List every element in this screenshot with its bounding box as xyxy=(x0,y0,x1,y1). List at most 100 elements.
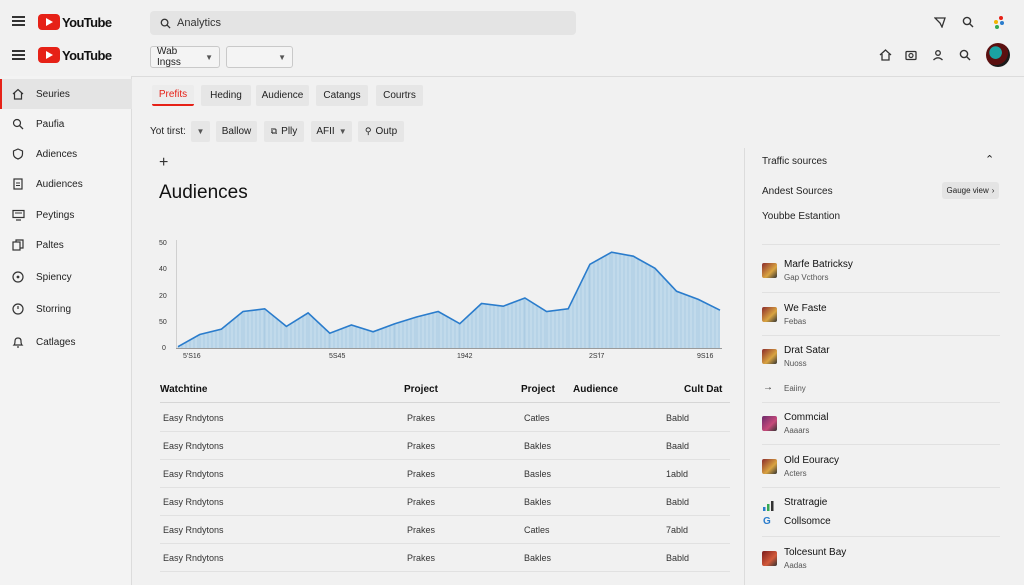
table-row[interactable]: Easy Rndytons Prakes Catles 7abld xyxy=(160,516,730,544)
sidebar-item-audiences[interactable]: Audiences xyxy=(0,169,132,199)
gauge-view-button[interactable]: Gauge view › xyxy=(942,182,999,199)
table-row[interactable]: Easy Rndytons Prakes Basles 1abld xyxy=(160,460,730,488)
source-thumbnail xyxy=(762,459,777,474)
column-header[interactable]: Project xyxy=(521,384,555,395)
source-title: Collsomce xyxy=(784,516,831,527)
compass-icon xyxy=(10,269,26,285)
tab-audience[interactable]: Audience xyxy=(256,85,309,106)
button-label: Ballow xyxy=(221,126,252,137)
table-row[interactable]: Easy Rndytons Prakes Catles Babld xyxy=(160,404,730,432)
secondary-select[interactable]: ▼ xyxy=(226,46,293,68)
source-thumbnail xyxy=(762,307,777,322)
sidebar-item-label: Storring xyxy=(36,303,72,315)
sidebar-item-storring[interactable]: Storring xyxy=(0,294,132,324)
sidebar-item-spiency[interactable]: Spiency xyxy=(0,262,132,292)
clock-icon xyxy=(10,301,26,317)
sidebar-item-label: Adiences xyxy=(36,148,78,160)
column-header[interactable]: Cult Dat xyxy=(684,384,722,395)
sidebar-item-paufia[interactable]: Paufia xyxy=(0,109,132,139)
table-cell: Easy Rndytons xyxy=(163,553,224,563)
divider xyxy=(762,244,1000,245)
logo-text: YouTube xyxy=(62,14,112,30)
sidebar-item-paltes[interactable]: Paltes xyxy=(0,230,132,260)
sidebar-item-catlages[interactable]: Catlages xyxy=(0,327,132,357)
x-tick-label: 1942 xyxy=(457,353,473,360)
afii-button[interactable]: AFII ▼ xyxy=(311,121,352,142)
search-input[interactable]: Analytics xyxy=(150,11,576,35)
youtube-logo[interactable]: YouTube xyxy=(38,47,112,63)
table-cell: Prakes xyxy=(407,497,436,507)
search-icon[interactable] xyxy=(960,14,976,30)
chart-area-fill xyxy=(178,252,720,348)
table-cell: Easy Rndytons xyxy=(163,469,224,479)
table-cell: 1abld xyxy=(666,469,689,479)
sidebar-item-label: Spiency xyxy=(36,271,72,283)
source-subtitle: Acters xyxy=(784,469,807,478)
user-icon: ⚲ xyxy=(364,126,372,136)
tab-courtrs[interactable]: Courtrs xyxy=(376,85,423,106)
sidebar-item-peytings[interactable]: Peytings xyxy=(0,200,132,230)
table-row[interactable]: Easy Rndytons Prakes Bakles Baald xyxy=(160,432,730,460)
menu-icon[interactable] xyxy=(12,16,25,26)
sidebar: Seuries Paufia Adiences Audiences Peytin… xyxy=(0,76,132,585)
table-row[interactable]: Easy Rndytons Prakes Bakles Babld xyxy=(160,544,730,572)
button-label: Plly xyxy=(281,126,298,137)
column-header[interactable]: Watchtine xyxy=(160,384,207,395)
google-icon: G xyxy=(763,516,771,527)
divider xyxy=(762,335,1000,336)
panel-subtitle-2: Youbbe Estantion xyxy=(762,211,841,222)
toolbar-dropdown[interactable]: ▼ xyxy=(191,121,210,142)
page-title: Audiences xyxy=(159,182,248,203)
source-subtitle: Eaiiny xyxy=(784,384,806,393)
search-icon xyxy=(10,116,26,132)
source-title: Commcial xyxy=(784,412,829,423)
tab-prefits[interactable]: Prefits xyxy=(152,85,194,106)
divider xyxy=(762,487,1000,488)
plly-button[interactable]: ⧉ Plly xyxy=(264,121,304,142)
sidebar-item-label: Paufia xyxy=(36,118,65,130)
button-label: Outp xyxy=(375,126,398,137)
tab-label: Prefits xyxy=(158,89,188,100)
table-cell: Babld xyxy=(666,413,690,423)
tab-label: Heding xyxy=(210,90,242,101)
account-icon[interactable] xyxy=(930,47,946,63)
send-icon[interactable] xyxy=(932,14,948,30)
document-icon xyxy=(10,176,26,192)
source-title: Old Eouracy xyxy=(784,455,840,466)
arrow-right-icon: → xyxy=(763,382,773,393)
sidebar-item-adiences[interactable]: Adiences xyxy=(0,139,132,169)
home-icon xyxy=(10,86,26,102)
x-tick-label: 2S'l7 xyxy=(589,353,605,360)
column-header[interactable]: Audience xyxy=(573,384,618,395)
audience-chart: 50 40 20 50 0 5'S16 5S45 1942 2S'l7 9S16 xyxy=(150,235,730,365)
table-cell: Prakes xyxy=(407,525,436,535)
tab-heding[interactable]: Heding xyxy=(201,85,251,106)
avatar[interactable] xyxy=(986,43,1010,67)
ballow-button[interactable]: Ballow xyxy=(216,121,257,142)
chevron-down-icon: ▼ xyxy=(196,127,205,136)
bell-icon xyxy=(10,334,26,350)
divider xyxy=(762,402,1000,403)
outp-button[interactable]: ⚲ Outp xyxy=(358,121,404,142)
tab-catangs[interactable]: Catangs xyxy=(316,85,368,106)
camera-icon[interactable] xyxy=(903,47,919,63)
youtube-logo[interactable]: YouTube xyxy=(38,14,112,30)
sidebar-item-label: Audiences xyxy=(36,178,83,190)
table-cell: Prakes xyxy=(407,413,436,423)
table-cell: Catles xyxy=(524,413,550,423)
x-tick-label: 5S45 xyxy=(329,353,346,360)
filter-select[interactable]: Wab Ingss ▼ xyxy=(150,46,220,68)
toolbar-label: Yot tirst: xyxy=(150,126,186,137)
column-header[interactable]: Project xyxy=(404,384,438,395)
header-divider xyxy=(0,76,1024,77)
collapse-icon[interactable]: ⌃ xyxy=(985,153,994,166)
apps-icon[interactable] xyxy=(991,14,1007,30)
search-icon[interactable] xyxy=(957,47,973,63)
menu-icon[interactable] xyxy=(12,50,25,60)
chevron-down-icon: ▼ xyxy=(205,52,213,62)
add-button[interactable]: + xyxy=(159,154,168,172)
table-row[interactable]: Easy Rndytons Prakes Bakles Babld xyxy=(160,488,730,516)
sidebar-item-seuries[interactable]: Seuries xyxy=(0,79,132,109)
home-icon[interactable] xyxy=(877,47,893,63)
table-cell: Easy Rndytons xyxy=(163,441,224,451)
